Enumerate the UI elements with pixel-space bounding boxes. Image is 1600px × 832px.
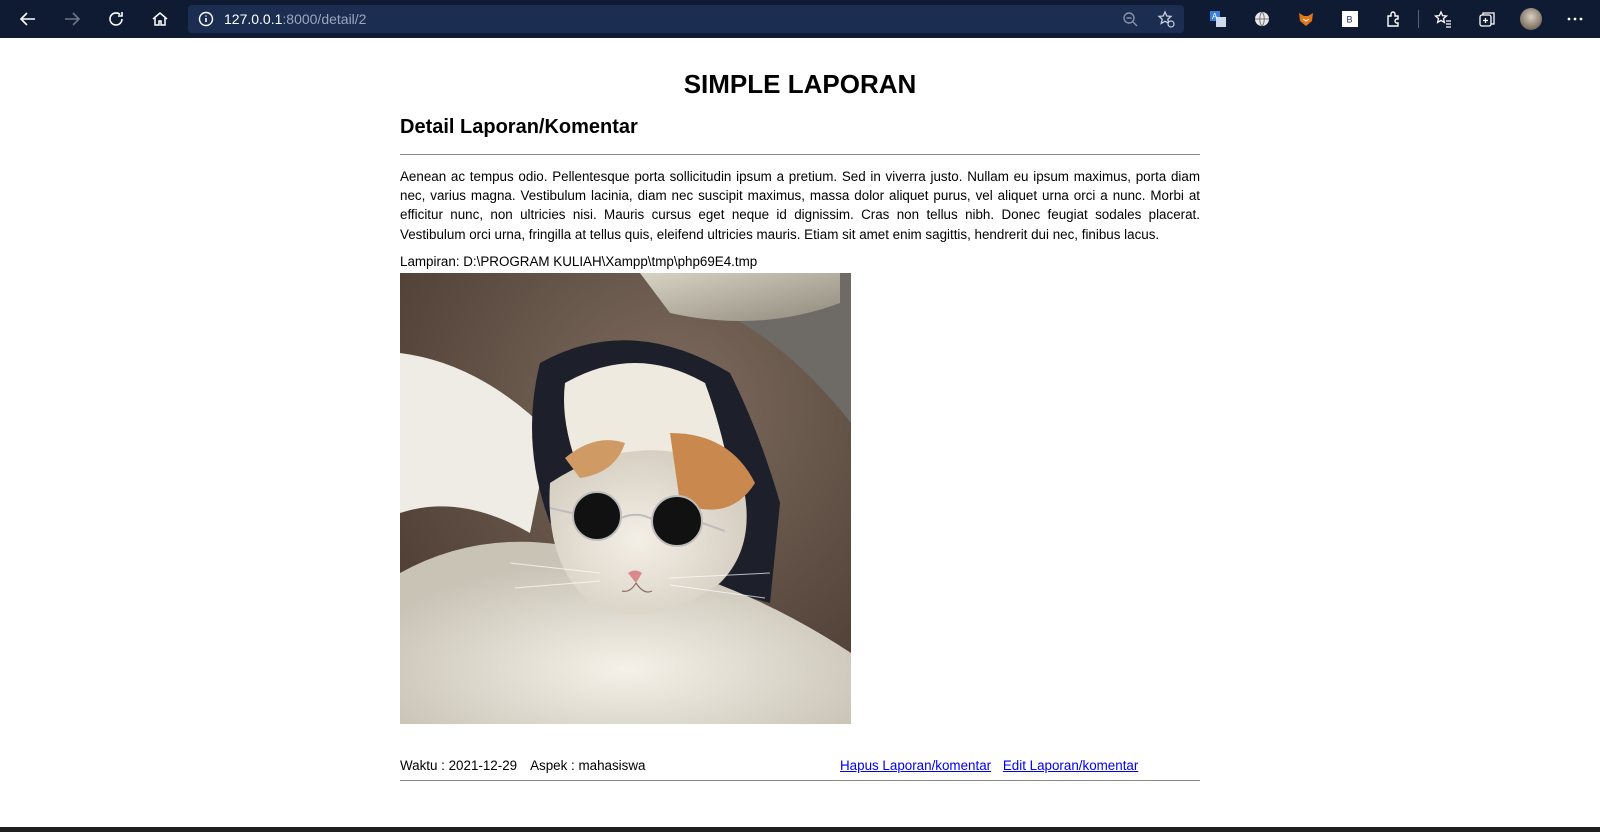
- more-icon: [1567, 17, 1583, 21]
- translate-button[interactable]: A: [1196, 0, 1240, 38]
- globe-icon: [1255, 11, 1269, 27]
- zoom-out-button[interactable]: [1120, 9, 1140, 29]
- extensions-icon: [1387, 11, 1399, 27]
- section-title: Detail Laporan/Komentar: [400, 116, 638, 138]
- translate-icon: A: [1210, 11, 1226, 27]
- report-aspect: Aspek : mahasiswa: [530, 758, 646, 773]
- forward-button[interactable]: [50, 0, 94, 38]
- svg-text:A: A: [1212, 12, 1218, 21]
- home-icon: [152, 12, 168, 26]
- more-menu-button[interactable]: [1553, 0, 1597, 38]
- site-info-button[interactable]: [188, 11, 224, 27]
- favorite-add-icon: [1157, 10, 1175, 28]
- refresh-icon: [109, 12, 123, 26]
- address-bar[interactable]: 127.0.0.1:8000/detail/2: [188, 5, 1184, 33]
- b-extension-button[interactable]: B: [1328, 0, 1372, 38]
- taskbar-strip: [0, 827, 1600, 832]
- delete-report-link[interactable]: Hapus Laporan/komentar: [840, 758, 991, 773]
- edit-report-link[interactable]: Edit Laporan/komentar: [1003, 758, 1138, 773]
- report-meta: Waktu : 2021-12-29 Aspek : mahasiswa: [400, 758, 655, 773]
- attachment-label: Lampiran: D:\PROGRAM KULIAH\Xampp\tmp\ph…: [400, 254, 758, 269]
- svg-text:B: B: [1347, 15, 1353, 25]
- url-text[interactable]: 127.0.0.1:8000/detail/2: [224, 11, 366, 27]
- url-path: :8000/detail/2: [282, 11, 367, 27]
- site-title: SIMPLE LAPORAN: [683, 69, 917, 99]
- add-favorite-button[interactable]: [1156, 9, 1176, 29]
- attachment-image: [400, 273, 851, 724]
- url-host: 127.0.0.1: [224, 11, 283, 27]
- collections-button[interactable]: [1465, 0, 1509, 38]
- profile-button[interactable]: [1509, 0, 1553, 38]
- report-body: Aenean ac tempus odio. Pellentesque port…: [400, 169, 1200, 242]
- home-button[interactable]: [138, 0, 182, 38]
- refresh-button[interactable]: [94, 0, 138, 38]
- info-icon: [198, 11, 214, 27]
- zoom-out-icon: [1123, 12, 1138, 27]
- footer-divider: [400, 780, 1200, 781]
- fox-extension-button[interactable]: [1284, 0, 1328, 38]
- report-time: Waktu : 2021-12-29: [400, 758, 518, 773]
- page-content: SIMPLE LAPORAN Detail Laporan/Komentar A…: [400, 38, 1200, 781]
- divider: [400, 154, 1200, 155]
- browser-toolbar: 127.0.0.1:8000/detail/2 A B: [0, 0, 1600, 38]
- favorites-button[interactable]: [1421, 0, 1465, 38]
- report-actions: Hapus Laporan/komentar Edit Laporan/kome…: [840, 758, 1146, 773]
- collections-icon: [1479, 12, 1495, 27]
- forward-icon: [65, 12, 81, 26]
- b-extension-icon: B: [1342, 11, 1358, 27]
- back-icon: [19, 12, 35, 26]
- toolbar-separator: [1418, 10, 1419, 28]
- back-button[interactable]: [6, 0, 50, 38]
- extensions-button[interactable]: [1372, 0, 1416, 38]
- fox-extension-icon: [1299, 13, 1313, 26]
- globe-extension-button[interactable]: [1240, 0, 1284, 38]
- favorites-icon: [1434, 10, 1451, 28]
- profile-avatar: [1520, 8, 1542, 30]
